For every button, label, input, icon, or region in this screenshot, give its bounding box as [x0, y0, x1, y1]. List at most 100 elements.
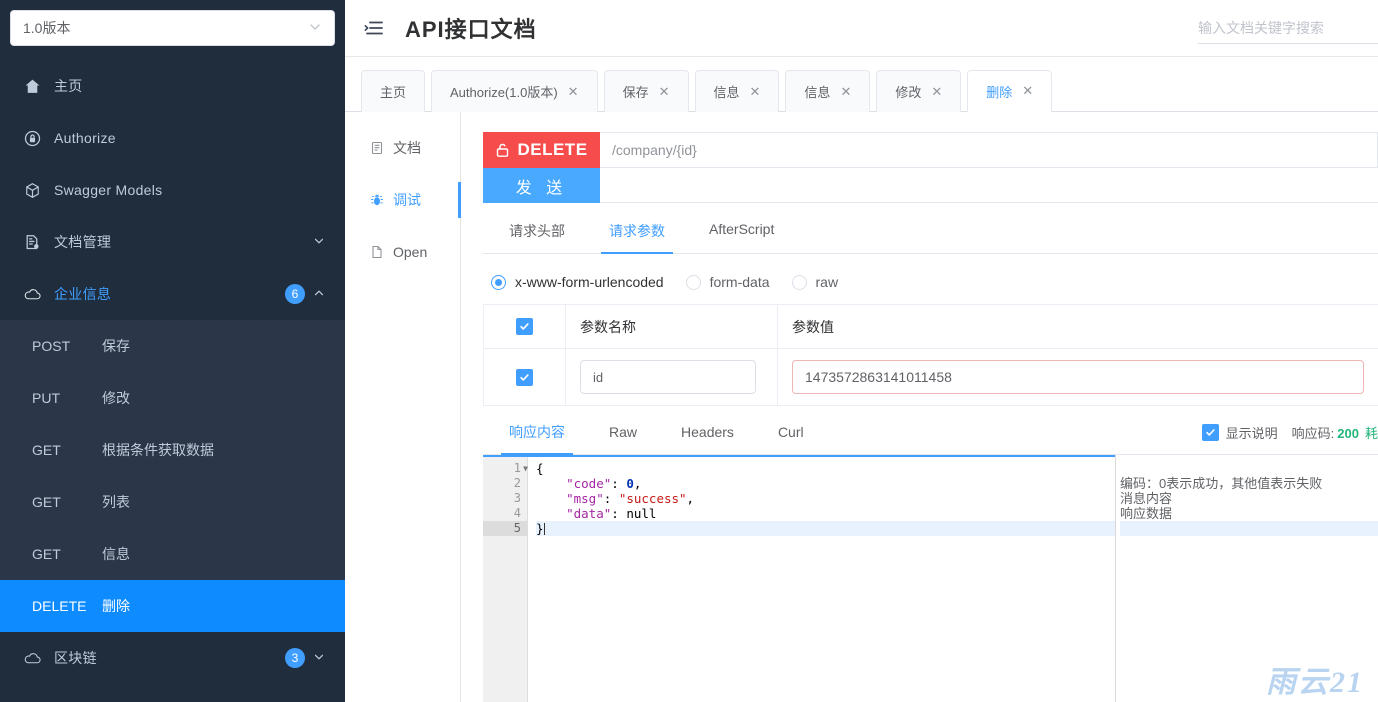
version-select[interactable]: 1.0版本 [10, 10, 335, 46]
document-icon [369, 141, 385, 155]
tab-request-params[interactable]: 请求参数 [587, 221, 687, 254]
inner-nav-item-debug[interactable]: 调试 [345, 174, 461, 226]
editor-gutter: 1 ▼ 2 3 4 5 [483, 455, 528, 702]
response-time-label: 耗 [1364, 425, 1378, 441]
code-token: null [626, 506, 657, 521]
document-gear-icon [20, 233, 44, 251]
code-token: "success" [618, 491, 687, 506]
sidebar-subitem-method: GET [32, 494, 61, 510]
editor-line-number: 3 [483, 491, 527, 506]
code-token: 0 [626, 476, 634, 491]
tab-update[interactable]: 修改 ✕ [876, 70, 962, 112]
inner-nav-item-doc-label: 文档 [393, 140, 421, 156]
param-name-input[interactable] [580, 360, 756, 394]
fold-icon[interactable]: ▼ [523, 461, 528, 476]
watermark: 雨云21 [1266, 666, 1364, 699]
tab-delete[interactable]: 删除 ✕ [967, 70, 1053, 112]
tab-label: 删除 [986, 84, 1013, 100]
radio-dot-icon [685, 274, 701, 290]
tab-label: Curl [777, 424, 804, 440]
params-row-name-cell [566, 349, 778, 405]
close-icon[interactable]: ✕ [840, 84, 851, 100]
tab-response-raw[interactable]: Raw [587, 424, 659, 452]
tab-authorize[interactable]: Authorize(1.0版本) ✕ [431, 70, 598, 112]
editor-code[interactable]: { "code": 0, "msg": "success", "data": n… [528, 455, 1115, 702]
tab-response-body[interactable]: 响应内容 [487, 422, 587, 455]
sidebar: 1.0版本 主页 Authorize Swagger Models 文档管理 企… [0, 0, 345, 702]
radio-label: raw [815, 274, 839, 290]
send-button[interactable]: 发 送 [483, 168, 600, 203]
tab-label: Authorize(1.0版本) [450, 85, 558, 100]
sidebar-subitem-delete[interactable]: DELETE 删除 [0, 580, 345, 632]
sidebar-subitem-get-info[interactable]: GET 信息 [0, 528, 345, 580]
sidebar-item-authorize-label: Authorize [54, 130, 116, 146]
radio-form-data[interactable]: form-data [685, 274, 770, 290]
line-number-text: 3 [513, 491, 521, 505]
close-icon[interactable]: ✕ [1022, 83, 1033, 99]
show-description-label: 显示说明 [1225, 425, 1278, 441]
close-icon[interactable]: ✕ [750, 84, 761, 100]
radio-label: x-www-form-urlencoded [515, 274, 664, 290]
inner-nav-item-doc[interactable]: 文档 [345, 122, 460, 174]
collapse-menu-icon[interactable] [361, 15, 387, 41]
sidebar-subitem-post-save[interactable]: POST 保存 [0, 320, 345, 372]
radio-x-www-form-urlencoded[interactable]: x-www-form-urlencoded [491, 274, 664, 290]
close-icon[interactable]: ✕ [659, 84, 670, 100]
radio-raw[interactable]: raw [791, 274, 839, 290]
close-icon[interactable]: ✕ [568, 84, 579, 100]
sidebar-subitem-label: 信息 [102, 546, 130, 562]
inner-nav-item-open[interactable]: Open [345, 226, 460, 278]
editor-line-number: 4 [483, 506, 527, 521]
tab-afterscript[interactable]: AfterScript [687, 221, 796, 253]
sidebar-item-blockchain[interactable]: 区块链 3 [0, 632, 345, 684]
tab-home[interactable]: 主页 [361, 70, 426, 112]
code-line: { [536, 461, 1115, 476]
line-number-text: 5 [513, 521, 521, 535]
tab-label: Headers [681, 424, 734, 440]
show-description-checkbox[interactable] [1201, 423, 1219, 441]
param-value-input[interactable] [792, 360, 1364, 394]
tab-label: 修改 [895, 85, 922, 100]
inner-nav-item-open-label: Open [393, 244, 428, 260]
chevron-down-icon [313, 235, 325, 250]
description-line: 响应数据 [1120, 506, 1173, 521]
sidebar-subitem-get-query[interactable]: GET 根据条件获取数据 [0, 424, 345, 476]
response-code-view[interactable]: 1 ▼ 2 3 4 5 { "code": 0, "msg": "success"… [483, 455, 1116, 702]
tab-save[interactable]: 保存 ✕ [603, 70, 689, 112]
sidebar-subitem-get-list[interactable]: GET 列表 [0, 476, 345, 528]
tab-response-curl[interactable]: Curl [756, 424, 826, 452]
params-table-header-row: 参数名称 参数值 [484, 305, 1378, 349]
tab-info-1[interactable]: 信息 ✕ [694, 70, 780, 112]
sidebar-subitem-put-update[interactable]: PUT 修改 [0, 372, 345, 424]
search-input[interactable] [1198, 12, 1378, 44]
cloud-icon [20, 649, 44, 667]
row-checkbox[interactable] [516, 368, 533, 386]
tab-label: AfterScript [709, 221, 775, 237]
body-type-radio-group: x-www-form-urlencoded form-data raw [483, 274, 1378, 290]
tab-request-headers[interactable]: 请求头部 [487, 221, 587, 253]
params-header-name: 参数名称 [566, 305, 778, 348]
sidebar-item-company-info[interactable]: 企业信息 6 [0, 268, 345, 320]
sidebar-item-swagger-models[interactable]: Swagger Models [0, 164, 345, 216]
response-code-label: 响应码: [1291, 425, 1335, 441]
params-header-value-label: 参数值 [792, 318, 834, 335]
sidebar-item-home[interactable]: 主页 [0, 60, 345, 112]
sidebar-item-doc-management[interactable]: 文档管理 [0, 216, 345, 268]
app-root: 1.0版本 主页 Authorize Swagger Models 文档管理 企… [0, 0, 1378, 702]
chevron-up-icon [313, 287, 325, 302]
sidebar-item-authorize[interactable]: Authorize [0, 112, 345, 164]
sidebar-item-blockchain-label: 区块链 [54, 650, 97, 666]
tab-response-headers[interactable]: Headers [659, 424, 756, 452]
cloud-icon [20, 285, 44, 303]
response-code-value: 200 [1337, 425, 1359, 441]
select-all-checkbox[interactable] [516, 318, 533, 335]
url-input[interactable] [600, 132, 1378, 168]
tab-info-2[interactable]: 信息 ✕ [785, 70, 871, 112]
editor-line-number: 1 ▼ [483, 461, 528, 476]
close-icon[interactable]: ✕ [931, 84, 942, 100]
sidebar-item-swagger-models-label: Swagger Models [54, 182, 163, 198]
code-token: : [611, 506, 627, 521]
line-number-text: 1 [513, 461, 521, 475]
code-token: "code" [566, 476, 612, 491]
